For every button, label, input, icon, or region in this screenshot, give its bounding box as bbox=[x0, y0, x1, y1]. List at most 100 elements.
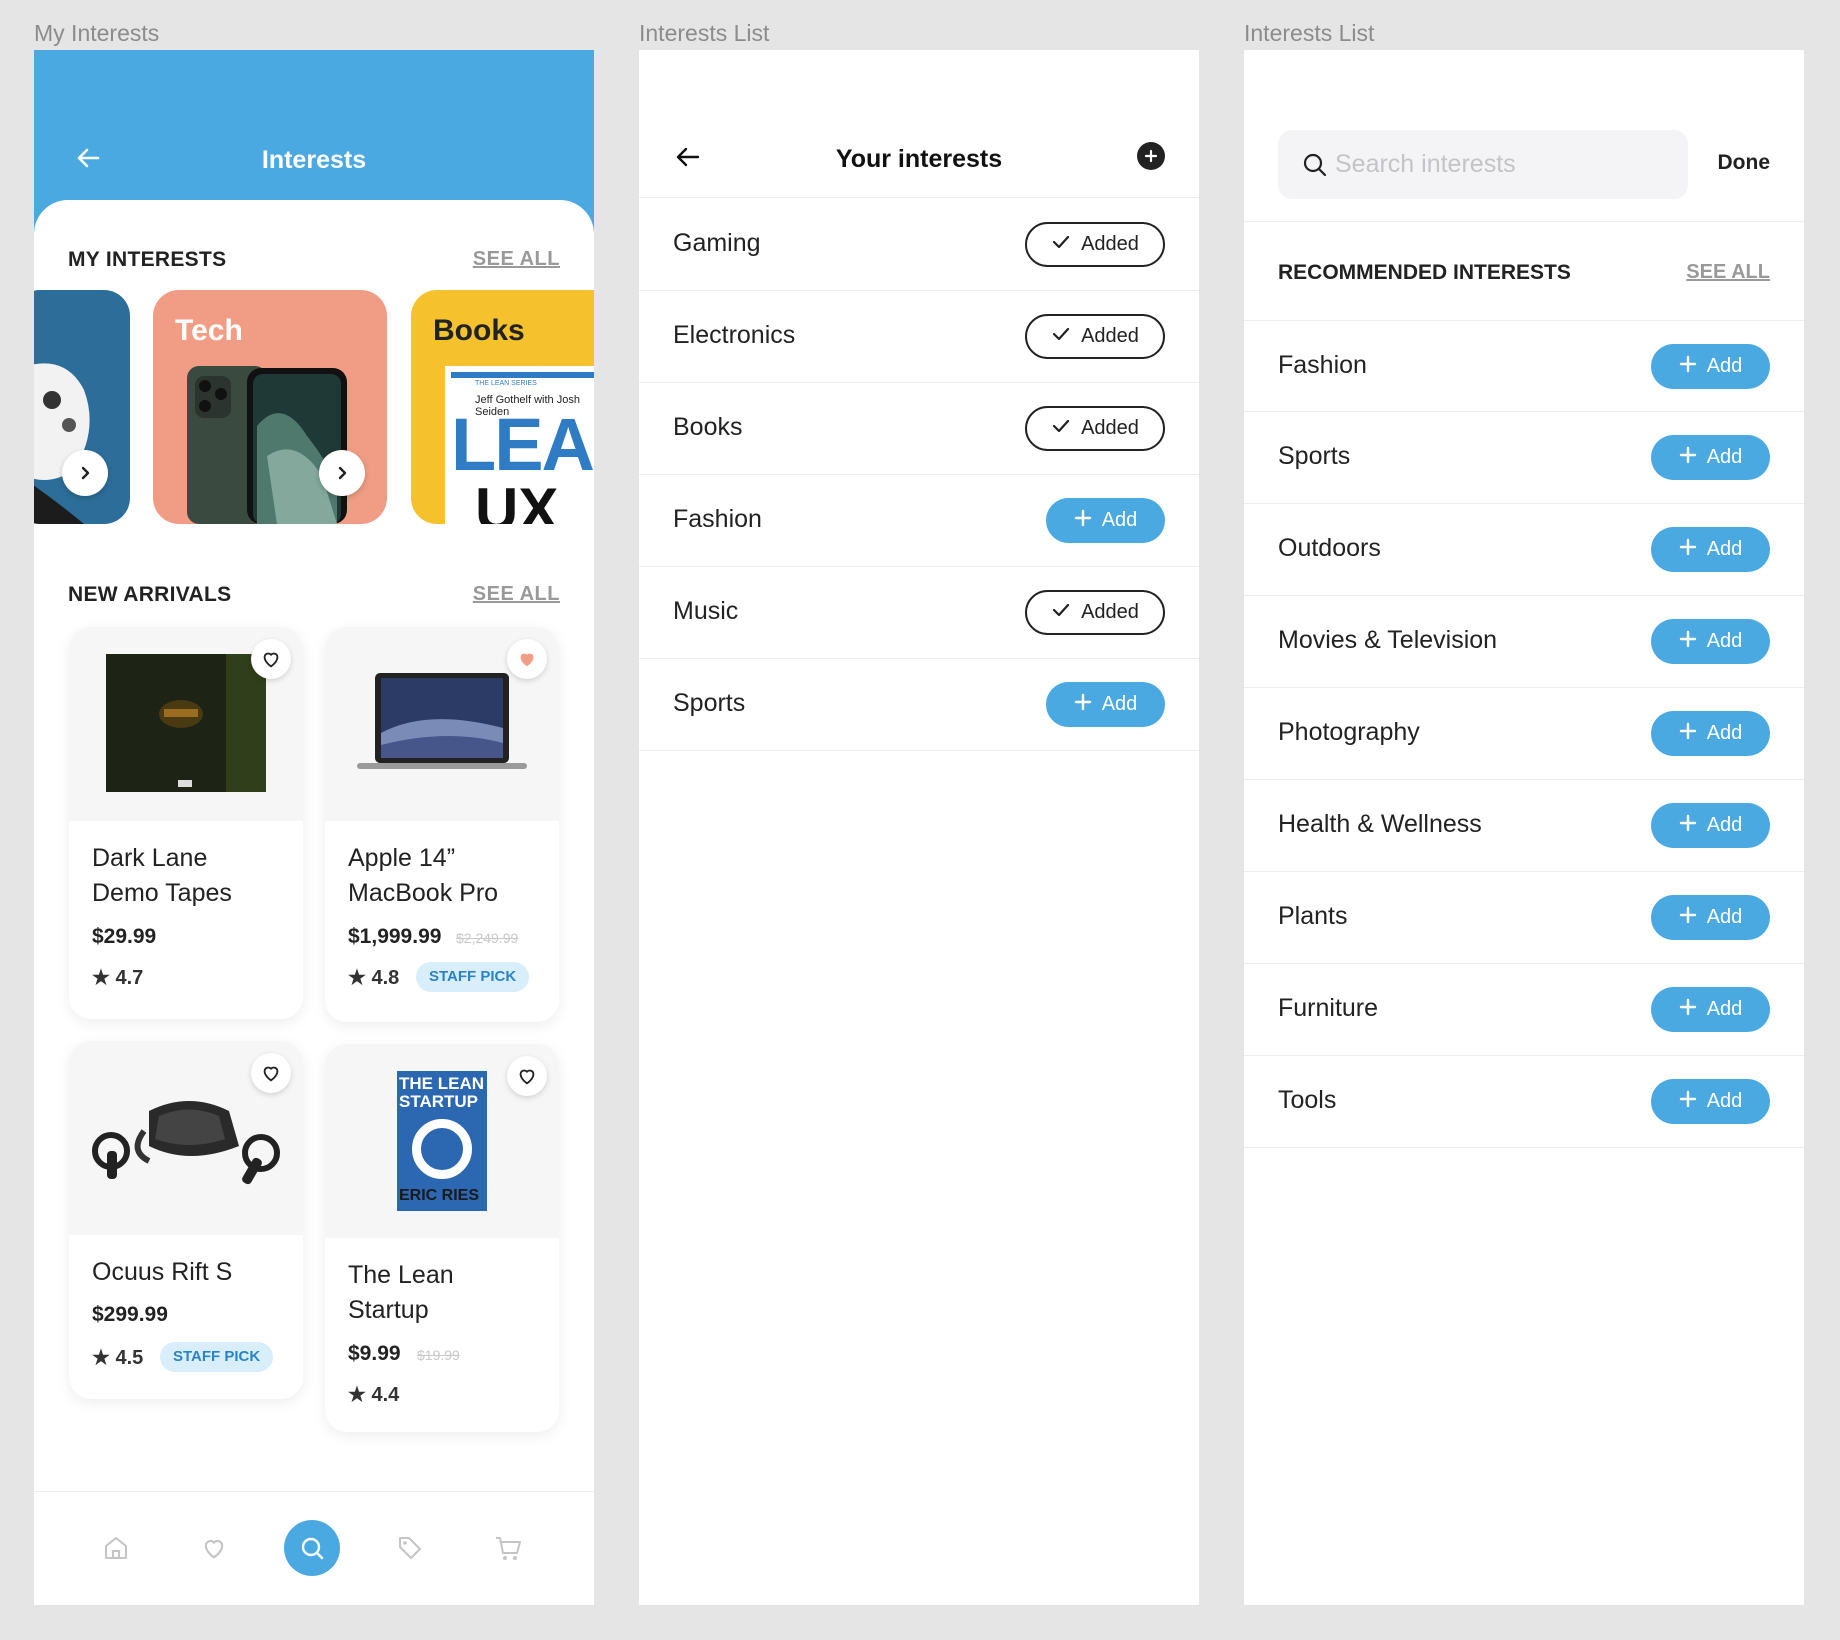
plus-icon bbox=[1679, 630, 1697, 654]
search-icon[interactable] bbox=[284, 1520, 340, 1576]
interest-label: Outdoors bbox=[1278, 534, 1381, 562]
button-label: Add bbox=[1706, 1090, 1743, 1112]
added-button[interactable]: Added bbox=[1025, 314, 1165, 359]
interest-label: Sports bbox=[673, 689, 746, 717]
laptop-image bbox=[357, 673, 527, 769]
recommended-row-fashion: Fashion Add bbox=[1244, 320, 1804, 412]
interest-label: Health & Wellness bbox=[1278, 810, 1482, 838]
see-all-arrivals-link[interactable]: SEE ALL bbox=[473, 583, 560, 606]
recommended-row-furniture: Furniture Add bbox=[1244, 964, 1804, 1056]
product-name: The Lean Startup bbox=[348, 1261, 454, 1324]
heart-icon[interactable] bbox=[507, 1056, 547, 1096]
interest-label: Movies & Television bbox=[1278, 626, 1498, 654]
album-cover-image bbox=[106, 654, 266, 792]
add-button[interactable]: Add bbox=[1651, 803, 1770, 848]
product-image bbox=[69, 627, 303, 821]
interest-row-gaming: Gaming Added bbox=[639, 199, 1199, 291]
product-card-oculus[interactable]: Ocuus Rift S $299.99 ★ 4.5 STAFF PICK bbox=[69, 1041, 303, 1399]
interest-row-sports: Sports Add bbox=[639, 659, 1199, 751]
category-card-gaming[interactable] bbox=[34, 290, 130, 524]
my-interests-screen: Interests MY INTERESTS SEE ALL Tech Book… bbox=[34, 50, 594, 1605]
product-old-price: $2,249.99 bbox=[456, 930, 519, 946]
button-label: Added bbox=[1081, 325, 1139, 347]
content-sheet: MY INTERESTS SEE ALL Tech Books THE LEAN… bbox=[34, 200, 594, 1605]
done-button[interactable]: Done bbox=[1718, 151, 1771, 175]
recommended-row-outdoors: Outdoors Add bbox=[1244, 504, 1804, 596]
search-bar[interactable] bbox=[1278, 130, 1688, 199]
vr-headset-image bbox=[92, 1101, 280, 1185]
add-button[interactable]: Add bbox=[1651, 435, 1770, 480]
product-card-macbook[interactable]: Apple 14” MacBook Pro $1,999.99 $2,249.99… bbox=[325, 627, 559, 1022]
add-button[interactable]: Add bbox=[1651, 711, 1770, 756]
plus-icon bbox=[1679, 538, 1697, 562]
recommended-row-tools: Tools Add bbox=[1244, 1056, 1804, 1148]
product-card-lean-startup[interactable]: THE LEAN STARTUP ERIC RIES The Lean Startu… bbox=[325, 1044, 559, 1432]
heart-icon[interactable] bbox=[251, 639, 291, 679]
search-input[interactable] bbox=[1335, 130, 1675, 199]
chevron-right-icon[interactable] bbox=[319, 450, 365, 496]
add-button[interactable]: Add bbox=[1651, 1079, 1770, 1124]
button-label: Add bbox=[1706, 446, 1743, 468]
check-icon bbox=[1051, 232, 1071, 258]
heart-icon[interactable] bbox=[251, 1053, 291, 1093]
star-icon: ★ bbox=[92, 967, 110, 989]
add-button[interactable]: Add bbox=[1651, 527, 1770, 572]
interest-label: Tools bbox=[1278, 1086, 1337, 1114]
product-price: $299.99 bbox=[92, 1303, 168, 1326]
interest-row-music: Music Added bbox=[639, 567, 1199, 659]
button-label: Add bbox=[1706, 630, 1743, 652]
frame-title-interests-list: Interests List bbox=[639, 20, 770, 46]
home-icon[interactable] bbox=[88, 1520, 144, 1576]
product-name: Dark Lane Demo Tapes bbox=[92, 844, 232, 907]
recommended-row-photography: Photography Add bbox=[1244, 688, 1804, 780]
chevron-right-icon[interactable] bbox=[62, 450, 108, 496]
plus-icon bbox=[1679, 906, 1697, 930]
tag-icon[interactable] bbox=[382, 1520, 438, 1576]
add-button[interactable]: Add bbox=[1046, 498, 1165, 543]
cart-icon[interactable] bbox=[480, 1520, 536, 1576]
section-title-recommended: RECOMMENDED INTERESTS bbox=[1278, 261, 1571, 284]
interest-label: Fashion bbox=[1278, 351, 1367, 379]
add-button[interactable]: Add bbox=[1651, 895, 1770, 940]
product-rating: ★ 4.8 bbox=[348, 967, 400, 989]
add-button[interactable]: Add bbox=[1651, 619, 1770, 664]
product-card-dark-lane[interactable]: Dark Lane Demo Tapes $29.99 ★ 4.7 bbox=[69, 627, 303, 1019]
plus-icon bbox=[1679, 446, 1697, 470]
section-title-my-interests: MY INTERESTS bbox=[68, 248, 227, 271]
lean-ux-book-cover: THE LEAN SERIES Jeff Gothelf with Josh S… bbox=[445, 366, 594, 524]
heart-filled-icon[interactable] bbox=[507, 639, 547, 679]
product-price: $9.99 bbox=[348, 1342, 401, 1365]
button-label: Add bbox=[1706, 722, 1743, 744]
add-button[interactable]: Add bbox=[1651, 987, 1770, 1032]
added-button[interactable]: Added bbox=[1025, 222, 1165, 267]
product-rating: ★ 4.7 bbox=[92, 967, 144, 989]
see-all-recommended-link[interactable]: SEE ALL bbox=[1686, 261, 1770, 284]
star-icon: ★ bbox=[348, 967, 366, 989]
section-title-new-arrivals: NEW ARRIVALS bbox=[68, 583, 232, 606]
button-label: Add bbox=[1101, 693, 1138, 715]
product-rating: ★ 4.5 bbox=[92, 1347, 144, 1369]
button-label: Add bbox=[1706, 538, 1743, 560]
added-button[interactable]: Added bbox=[1025, 406, 1165, 451]
category-card-books[interactable]: Books THE LEAN SERIES Jeff Gothelf with … bbox=[411, 290, 594, 524]
button-label: Add bbox=[1101, 509, 1138, 531]
button-label: Add bbox=[1706, 998, 1743, 1020]
plus-icon bbox=[1679, 814, 1697, 838]
plus-icon bbox=[1679, 998, 1697, 1022]
add-button[interactable]: Add bbox=[1651, 344, 1770, 389]
star-icon: ★ bbox=[92, 1347, 110, 1369]
add-circle-icon[interactable] bbox=[1137, 142, 1165, 170]
add-button[interactable]: Add bbox=[1046, 682, 1165, 727]
button-label: Add bbox=[1706, 906, 1743, 928]
check-icon bbox=[1051, 416, 1071, 442]
see-all-interests-link[interactable]: SEE ALL bbox=[473, 248, 560, 271]
interest-row-electronics: Electronics Added bbox=[639, 291, 1199, 383]
added-button[interactable]: Added bbox=[1025, 590, 1165, 635]
product-price: $1,999.99 bbox=[348, 925, 442, 948]
category-label-tech: Tech bbox=[175, 314, 243, 347]
product-name: Apple 14” MacBook Pro bbox=[348, 844, 499, 907]
frame-title-interests-list-search: Interests List bbox=[1244, 20, 1375, 46]
heart-icon[interactable] bbox=[186, 1520, 242, 1576]
category-card-tech[interactable]: Tech bbox=[153, 290, 387, 524]
product-old-price: $19.99 bbox=[417, 1347, 460, 1363]
